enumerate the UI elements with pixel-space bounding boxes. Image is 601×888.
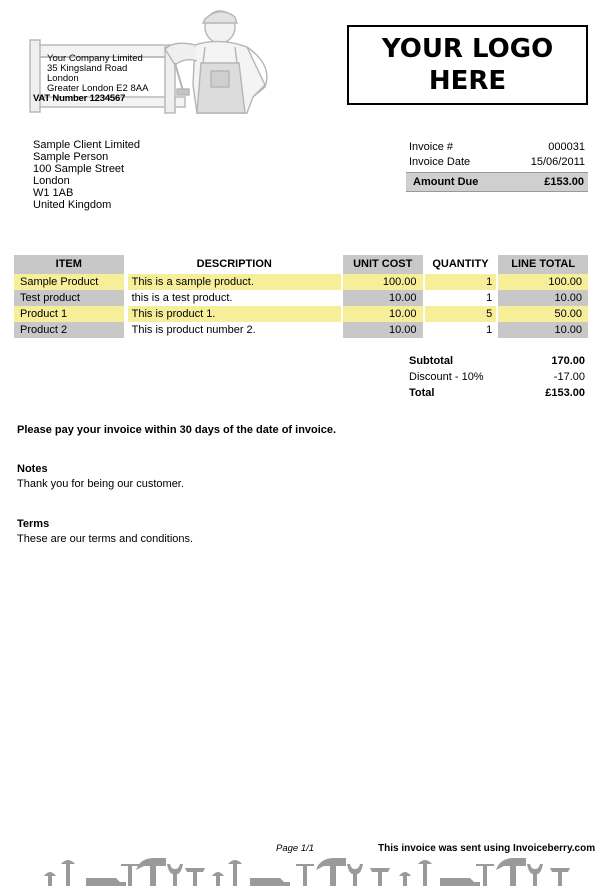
wrench-icon <box>347 864 363 886</box>
client-line: Sample Person <box>33 151 109 163</box>
vat-number: VAT Number 1234567 <box>33 93 126 104</box>
cell-description: this is a test product. <box>127 290 341 306</box>
table-header: ITEM DESCRIPTION UNIT COST QUANTITY LINE… <box>14 255 589 274</box>
cell-description: This is product 1. <box>127 306 341 322</box>
cell-unit-cost: 100.00 <box>342 274 423 290</box>
header-line-total: LINE TOTAL <box>498 255 589 274</box>
tee-icon <box>550 868 570 886</box>
cell-item: Product 1 <box>14 306 124 322</box>
wrench-icon <box>167 864 183 886</box>
terms-text: These are our terms and conditions. <box>17 533 194 545</box>
discount-label: Discount - 10% <box>409 371 484 383</box>
table-row: Test product this is a test product. 10.… <box>14 290 588 306</box>
saw-icon <box>250 878 290 886</box>
header-description: DESCRIPTION <box>127 255 341 274</box>
cell-line-total: 10.00 <box>498 322 588 338</box>
header-quantity: QUANTITY <box>424 255 497 274</box>
notes-heading: Notes <box>17 463 48 475</box>
bolt-icon <box>228 860 242 886</box>
cell-unit-cost: 10.00 <box>342 322 423 338</box>
cell-quantity: 1 <box>424 274 497 290</box>
screw-icon <box>44 872 56 886</box>
amount-due-label: Amount Due <box>413 176 479 188</box>
client-line: Sample Client Limited <box>33 139 140 151</box>
cell-unit-cost: 10.00 <box>342 290 423 306</box>
total-row: Total £153.00 <box>406 385 588 401</box>
cell-line-total: 100.00 <box>498 274 588 290</box>
totals-block: Subtotal 170.00 Discount - 10% -17.00 To… <box>406 353 588 401</box>
invoice-number-value: 000031 <box>548 141 585 153</box>
client-line: W1 1AB <box>33 187 74 199</box>
terms-heading: Terms <box>17 518 50 530</box>
table-row: Product 1 This is product 1. 10.00 5 50.… <box>14 306 588 322</box>
tee-icon <box>370 868 390 886</box>
logo-line2: HERE <box>428 66 507 96</box>
screw-icon <box>212 872 224 886</box>
cell-description: This is a sample product. <box>127 274 341 290</box>
subtotal-value: 170.00 <box>551 355 585 367</box>
cell-quantity: 1 <box>424 290 497 306</box>
subtotal-row: Subtotal 170.00 <box>406 353 588 369</box>
cell-quantity: 5 <box>424 306 497 322</box>
invoice-number-row: Invoice # 000031 <box>406 140 588 155</box>
tee-icon <box>185 868 205 886</box>
logo-placeholder: YOUR LOGO HERE <box>347 25 588 105</box>
cell-line-total: 10.00 <box>498 290 588 306</box>
logo-line1: YOUR LOGO <box>381 34 554 64</box>
invoice-date-row: Invoice Date 15/06/2011 <box>406 155 588 170</box>
saw-icon <box>440 878 480 886</box>
cell-item: Sample Product <box>14 274 124 290</box>
client-line: 100 Sample Street <box>33 163 125 175</box>
company-address: Your Company Limited 35 Kingsland Road L… <box>47 54 148 94</box>
hammer-icon <box>136 858 166 886</box>
cell-description: This is product number 2. <box>127 322 341 338</box>
client-address: Sample Client Limited Sample Person 100 … <box>33 139 140 211</box>
hammer-icon <box>316 858 346 886</box>
table-row: Product 2 This is product number 2. 10.0… <box>14 322 588 338</box>
invoice-date-value: 15/06/2011 <box>530 156 585 168</box>
cell-item: Product 2 <box>14 322 124 338</box>
notes-text: Thank you for being our customer. <box>17 478 184 490</box>
client-line: London <box>33 175 70 187</box>
invoice-number-label: Invoice # <box>409 141 454 153</box>
invoice-date-label: Invoice Date <box>409 156 471 168</box>
subtotal-label: Subtotal <box>409 355 453 367</box>
nail-icon <box>296 864 314 886</box>
table-row: Sample Product This is a sample product.… <box>14 274 588 290</box>
amount-due-row: Amount Due £153.00 <box>406 172 588 192</box>
total-label: Total <box>409 387 435 399</box>
items-table: ITEM DESCRIPTION UNIT COST QUANTITY LINE… <box>14 255 589 338</box>
header-item: ITEM <box>14 255 124 274</box>
header-unit-cost: UNIT COST <box>342 255 423 274</box>
cell-item: Test product <box>14 290 124 306</box>
hammer-icon <box>496 858 526 886</box>
tools-border-decoration <box>44 858 570 886</box>
discount-row: Discount - 10% -17.00 <box>406 369 588 385</box>
saw-icon <box>86 878 126 886</box>
bolt-icon <box>61 860 75 886</box>
discount-value: -17.00 <box>553 371 585 383</box>
cell-quantity: 1 <box>424 322 497 338</box>
cell-line-total: 50.00 <box>498 306 588 322</box>
invoice-meta: Invoice # 000031 Invoice Date 15/06/2011… <box>406 140 588 192</box>
cell-unit-cost: 10.00 <box>342 306 423 322</box>
client-line: United Kingdom <box>33 199 112 211</box>
payment-terms: Please pay your invoice within 30 days o… <box>17 424 337 436</box>
total-value: £153.00 <box>545 387 585 399</box>
bolt-icon <box>418 860 432 886</box>
screw-icon <box>399 872 411 886</box>
amount-due-value: £153.00 <box>544 176 584 188</box>
wrench-icon <box>527 864 543 886</box>
